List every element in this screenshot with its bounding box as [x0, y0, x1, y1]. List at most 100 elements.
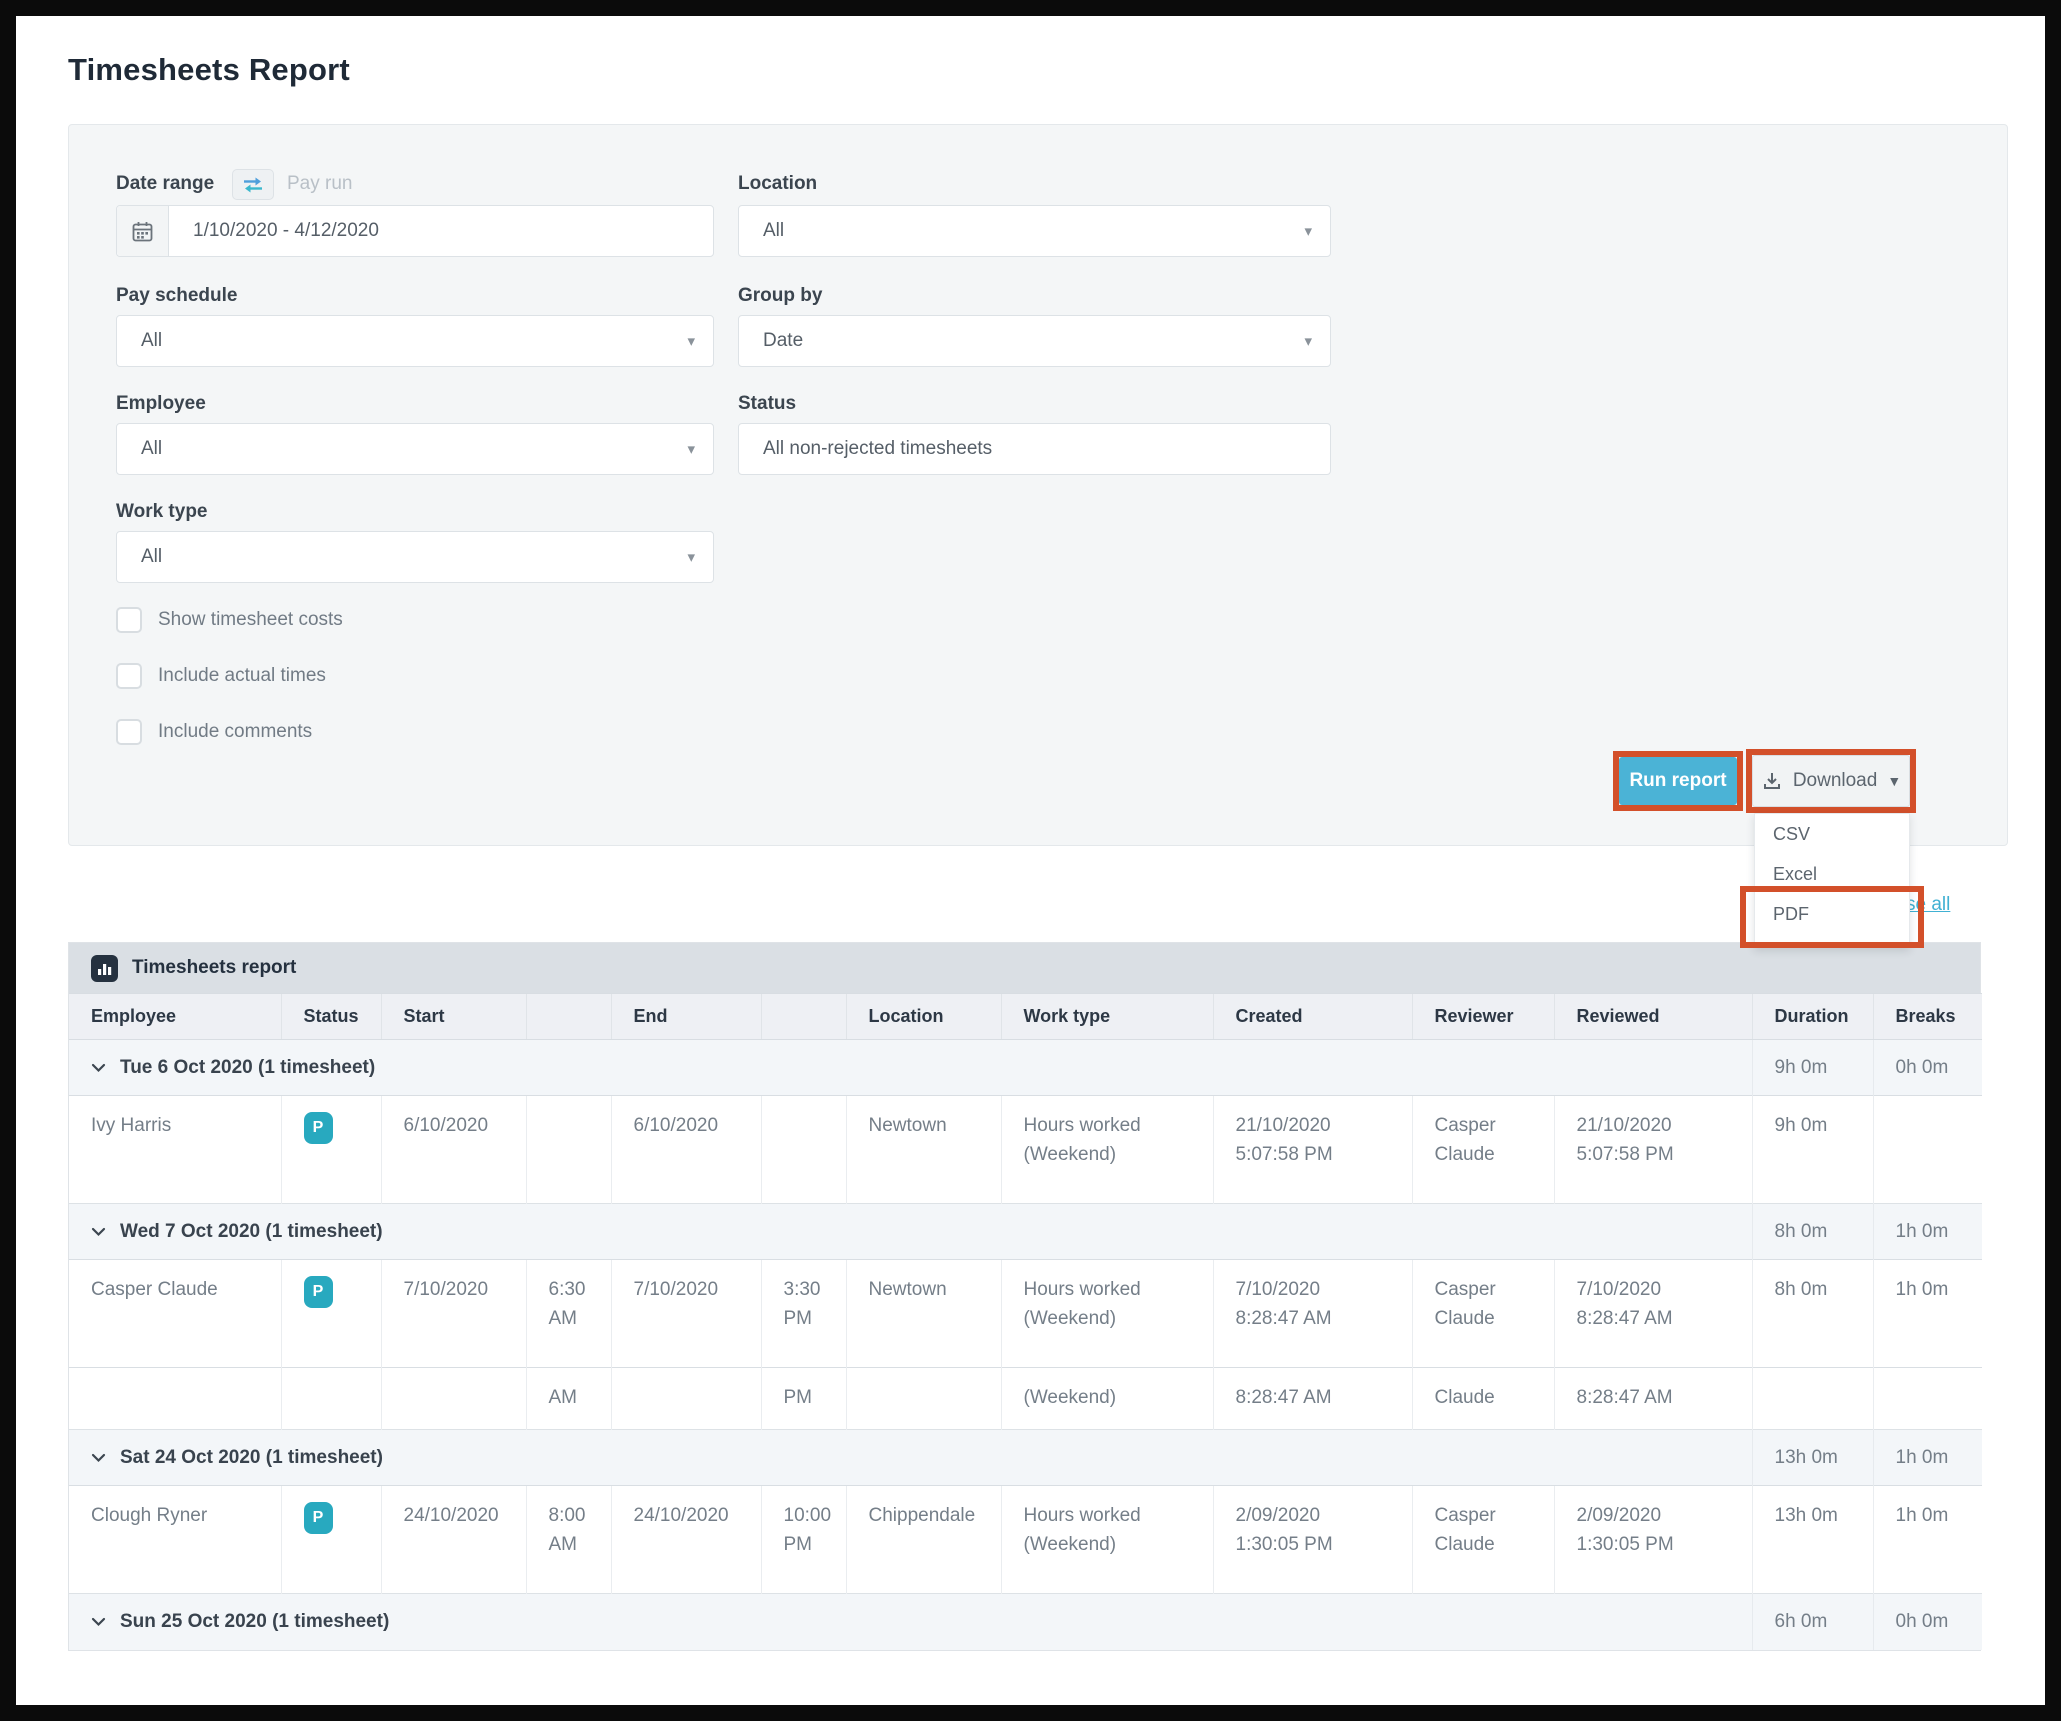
group-row-label-cell[interactable]: Sun 25 Oct 2020 (1 timesheet): [69, 1594, 1752, 1650]
timesheets-report-page: Timesheets Report Date range Pay run: [16, 16, 2045, 1705]
cell-reviewer: Claude: [1412, 1368, 1554, 1430]
group-by-select[interactable]: Date ▾: [738, 315, 1331, 367]
menu-item-pdf[interactable]: PDF: [1755, 894, 1909, 934]
date-range-input[interactable]: 1/10/2020 - 4/12/2020: [116, 205, 714, 257]
include-actual-times-option[interactable]: Include actual times: [116, 663, 326, 689]
status-input[interactable]: All non-rejected timesheets: [738, 423, 1331, 475]
checkbox-label: Show timesheet costs: [158, 609, 343, 631]
date-range-label: Date range: [116, 173, 214, 195]
cell-end_date: [611, 1368, 761, 1430]
calendar-icon: [131, 220, 154, 243]
group-row-label: Wed 7 Oct 2020 (1 timesheet): [120, 1218, 383, 1247]
cell-employee: Ivy Harris: [69, 1096, 281, 1204]
status-value: All non-rejected timesheets: [739, 438, 992, 460]
cell-employee: Casper Claude: [69, 1260, 281, 1368]
column-header-reviewer: Reviewer: [1412, 994, 1554, 1040]
download-button[interactable]: Download ▼: [1752, 755, 1910, 807]
page-title: Timesheets Report: [68, 52, 350, 88]
group-breaks-cell: 0h 0m: [1873, 1040, 1982, 1096]
cell-start_date: [381, 1368, 526, 1430]
cell-employee: Clough Ryner: [69, 1486, 281, 1594]
employee-select[interactable]: All ▾: [116, 423, 714, 475]
cell-duration: 13h 0m: [1752, 1486, 1873, 1594]
show-timesheet-costs-option[interactable]: Show timesheet costs: [116, 607, 343, 633]
cell-start_date: 7/10/2020: [381, 1260, 526, 1368]
run-report-button[interactable]: Run report: [1619, 757, 1737, 805]
table-row: Casper ClaudeP7/10/20206:30AM7/10/20203:…: [69, 1260, 1982, 1368]
cell-start_time: AM: [526, 1368, 611, 1430]
menu-item-excel[interactable]: Excel: [1755, 854, 1909, 894]
menu-item-csv[interactable]: CSV: [1755, 814, 1909, 854]
cell-duration: [1752, 1368, 1873, 1430]
cell-end_date: 7/10/2020: [611, 1260, 761, 1368]
group-row-label-cell[interactable]: Tue 6 Oct 2020 (1 timesheet): [69, 1040, 1752, 1096]
collapse-all-link[interactable]: se all: [1906, 894, 1950, 916]
checkbox-include-actual-times[interactable]: [116, 663, 142, 689]
cell-work_type: Hours worked(Weekend): [1001, 1486, 1213, 1594]
pay-schedule-value: All: [117, 330, 162, 352]
cell-end_date: 24/10/2020: [611, 1486, 761, 1594]
status-badge: P: [304, 1502, 333, 1534]
table-row: AMPM(Weekend)8:28:47 AMClaude8:28:47 AM: [69, 1368, 1982, 1430]
group-row-label: Tue 6 Oct 2020 (1 timesheet): [120, 1054, 375, 1083]
cell-duration: 8h 0m: [1752, 1260, 1873, 1368]
cell-end_date: 6/10/2020: [611, 1096, 761, 1204]
group-row: Wed 7 Oct 2020 (1 timesheet)8h 0m1h 0m: [69, 1204, 1982, 1260]
pay-run-label[interactable]: Pay run: [287, 173, 352, 195]
cell-reviewer: CasperClaude: [1412, 1260, 1554, 1368]
caret-down-icon: ▾: [687, 332, 713, 350]
column-header-location: Location: [846, 994, 1001, 1040]
checkbox-show-timesheet-costs[interactable]: [116, 607, 142, 633]
cell-status: P: [281, 1486, 381, 1594]
caret-down-icon: ▼: [1887, 773, 1901, 789]
group-row: Sat 24 Oct 2020 (1 timesheet)13h 0m1h 0m: [69, 1430, 1982, 1486]
report-icon: [91, 955, 118, 982]
group-row-label: Sun 25 Oct 2020 (1 timesheet): [120, 1608, 389, 1637]
cell-duration: 9h 0m: [1752, 1096, 1873, 1204]
column-header-start_date: Start: [381, 994, 526, 1040]
group-by-label: Group by: [738, 285, 822, 307]
group-duration-cell: 8h 0m: [1752, 1204, 1873, 1260]
timesheets-table: EmployeeStatusStartEndLocationWork typeC…: [69, 993, 1982, 1650]
download-icon: [1761, 770, 1783, 792]
cell-start_date: 6/10/2020: [381, 1096, 526, 1204]
work-type-select[interactable]: All ▾: [116, 531, 714, 583]
employee-value: All: [117, 438, 162, 460]
date-range-value: 1/10/2020 - 4/12/2020: [169, 220, 379, 242]
cell-work_type: Hours worked(Weekend): [1001, 1260, 1213, 1368]
caret-down-icon: ▾: [1304, 332, 1330, 350]
group-row-label-cell[interactable]: Sat 24 Oct 2020 (1 timesheet): [69, 1430, 1752, 1486]
cell-breaks: 1h 0m: [1873, 1260, 1982, 1368]
cell-created: 8:28:47 AM: [1213, 1368, 1412, 1430]
cell-end_time: [761, 1096, 846, 1204]
cell-reviewer: CasperClaude: [1412, 1486, 1554, 1594]
location-select[interactable]: All ▾: [738, 205, 1331, 257]
report-table-titlebar: Timesheets report: [69, 943, 1980, 993]
chevron-down-icon: [91, 1617, 106, 1627]
group-row-label-cell[interactable]: Wed 7 Oct 2020 (1 timesheet): [69, 1204, 1752, 1260]
cell-created: 7/10/20208:28:47 AM: [1213, 1260, 1412, 1368]
status-badge: P: [304, 1276, 333, 1308]
checkbox-include-comments[interactable]: [116, 719, 142, 745]
download-menu: CSV Excel PDF: [1754, 813, 1910, 948]
cell-reviewed: 7/10/20208:28:47 AM: [1554, 1260, 1752, 1368]
caret-down-icon: ▾: [687, 440, 713, 458]
date-mode-toggle-button[interactable]: [232, 169, 274, 200]
cell-location: Newtown: [846, 1260, 1001, 1368]
caret-down-icon: ▾: [1304, 222, 1330, 240]
column-header-reviewed: Reviewed: [1554, 994, 1752, 1040]
cell-end_time: 3:30PM: [761, 1260, 846, 1368]
cell-start_time: [526, 1096, 611, 1204]
include-comments-option[interactable]: Include comments: [116, 719, 312, 745]
report-table-container: Timesheets report EmployeeStatusStartEnd…: [68, 942, 1981, 1651]
column-header-employee: Employee: [69, 994, 281, 1040]
pay-schedule-select[interactable]: All ▾: [116, 315, 714, 367]
cell-start_time: 8:00AM: [526, 1486, 611, 1594]
chevron-down-icon: [91, 1227, 106, 1237]
cell-created: 2/09/20201:30:05 PM: [1213, 1486, 1412, 1594]
cell-employee: [69, 1368, 281, 1430]
table-row: Clough RynerP24/10/20208:00AM24/10/20201…: [69, 1486, 1982, 1594]
location-label: Location: [738, 173, 817, 195]
column-header-status: Status: [281, 994, 381, 1040]
column-header-start_time: [526, 994, 611, 1040]
